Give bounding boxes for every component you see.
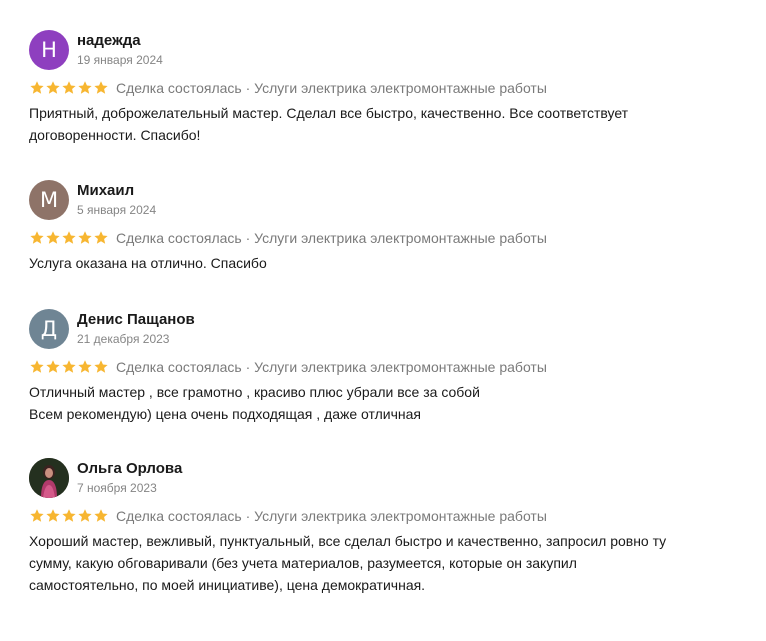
star-icon — [46, 509, 60, 522]
star-icon — [78, 360, 92, 373]
deal-status: Сделка состоялась · Услуги электрика эле… — [116, 80, 547, 96]
rating-stars — [29, 359, 109, 375]
star-icon — [94, 81, 108, 94]
reviewer-info: Михаил 5 января 2024 — [77, 182, 156, 218]
star-icon — [46, 231, 60, 244]
deal-status: Сделка состоялась · Услуги электрика эле… — [116, 508, 547, 524]
avatar-letter: Д — [40, 317, 58, 341]
avatar-letter: М — [39, 188, 59, 212]
review-text: Хороший мастер, вежливый, пунктуальный, … — [29, 533, 667, 593]
star-icon — [30, 231, 44, 244]
reviews-list: Н надежда 19 января 2024 Сделка состояла… — [29, 30, 749, 618]
review-text: Отличный мастер , все грамотно , красиво… — [29, 384, 480, 422]
rating-stars — [29, 230, 109, 246]
star-icon — [46, 360, 60, 373]
reviewer-info: Денис Пащанов 21 декабря 2023 — [77, 311, 195, 347]
review-meta: Сделка состоялась · Услуги электрика эле… — [29, 357, 749, 377]
review-header: Ольга Орлова 7 ноября 2023 — [29, 458, 749, 498]
reviewer-name[interactable]: надежда — [77, 32, 163, 50]
reviewer-name[interactable]: Михаил — [77, 182, 156, 200]
review-header: Н надежда 19 января 2024 — [29, 30, 749, 70]
review-date: 7 ноября 2023 — [77, 481, 157, 495]
star-icon — [94, 509, 108, 522]
avatar-photo[interactable] — [29, 458, 69, 498]
star-icon — [30, 360, 44, 373]
person-photo-icon — [29, 458, 69, 498]
star-icon — [62, 360, 76, 373]
review-header: Д Денис Пащанов 21 декабря 2023 — [29, 309, 749, 349]
review-header: М Михаил 5 января 2024 — [29, 180, 749, 220]
rating-stars — [29, 508, 109, 524]
review-item: Ольга Орлова 7 ноября 2023 Сделка состоя… — [29, 458, 749, 618]
review-item: Д Денис Пащанов 21 декабря 2023 Сделка с… — [29, 309, 749, 458]
star-icon — [62, 509, 76, 522]
reviewer-info: надежда 19 января 2024 — [77, 32, 163, 68]
review-text: Приятный, доброжелательный мастер. Сдела… — [29, 105, 629, 143]
review-text: Услуга оказана на отлично. Спасибо — [29, 255, 267, 271]
review-date: 19 января 2024 — [77, 53, 163, 67]
star-icon — [94, 231, 108, 244]
review-meta: Сделка состоялась · Услуги электрика эле… — [29, 228, 749, 248]
star-icon — [94, 360, 108, 373]
review-item: М Михаил 5 января 2024 Сделка состоялась… — [29, 180, 749, 309]
star-icon — [46, 81, 60, 94]
reviewer-name[interactable]: Ольга Орлова — [77, 460, 182, 478]
review-date: 5 января 2024 — [77, 203, 157, 217]
review-item: Н надежда 19 января 2024 Сделка состояла… — [29, 30, 749, 180]
star-icon — [62, 231, 76, 244]
review-meta: Сделка состоялась · Услуги электрика эле… — [29, 506, 749, 526]
star-icon — [30, 509, 44, 522]
deal-status: Сделка состоялась · Услуги электрика эле… — [116, 359, 547, 375]
avatar-letter: Н — [41, 38, 57, 62]
deal-status: Сделка состоялась · Услуги электрика эле… — [116, 230, 547, 246]
reviewer-info: Ольга Орлова 7 ноября 2023 — [77, 460, 182, 496]
reviewer-name[interactable]: Денис Пащанов — [77, 311, 195, 329]
rating-stars — [29, 80, 109, 96]
star-icon — [78, 81, 92, 94]
review-meta: Сделка состоялась · Услуги электрика эле… — [29, 78, 749, 98]
star-icon — [62, 81, 76, 94]
avatar[interactable]: Н — [29, 30, 69, 70]
avatar[interactable]: Д — [29, 309, 69, 349]
review-date: 21 декабря 2023 — [77, 332, 170, 346]
star-icon — [78, 231, 92, 244]
star-icon — [30, 81, 44, 94]
star-icon — [78, 509, 92, 522]
avatar[interactable]: М — [29, 180, 69, 220]
